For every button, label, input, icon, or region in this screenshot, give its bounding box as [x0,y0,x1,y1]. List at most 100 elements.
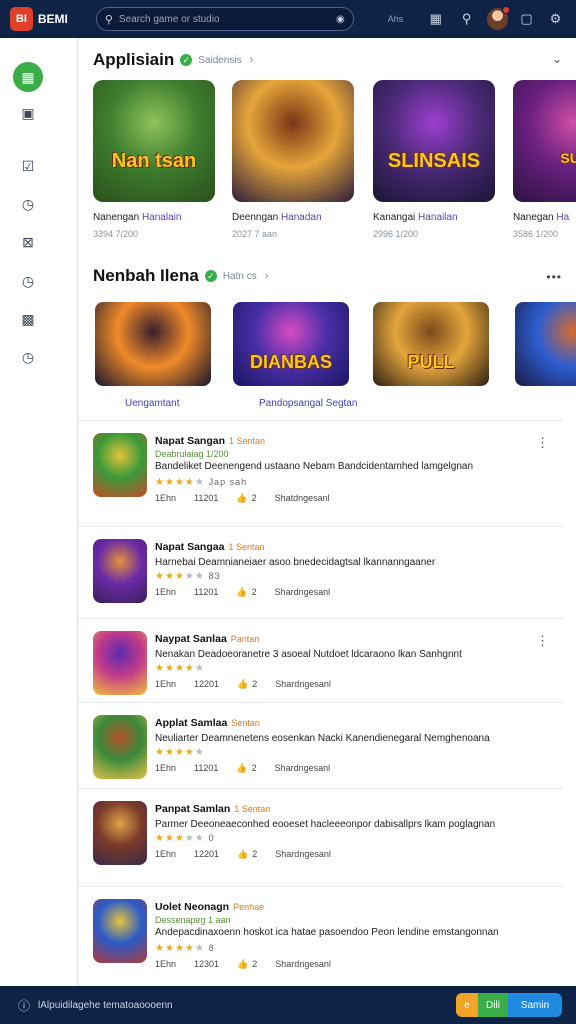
footer-button-c[interactable]: Samin [508,993,562,1017]
game-title[interactable]: Napat Sangan 1 Sentan [155,435,265,447]
footer-stat: 1Ehn [155,587,177,597]
footer-button-a[interactable]: e [456,993,478,1017]
voice-search-icon[interactable]: ◉ [336,14,345,25]
sidebar: ▦ ▣ ☑ ◷ ⊠ ◷ ▩ ◷ [0,38,78,986]
share-link[interactable]: Shatdngesanl [275,493,330,504]
sidebar-item-library[interactable]: ▣ [14,99,42,127]
search-bar[interactable]: ⚲ ◉ [95,7,354,31]
list-item[interactable]: Napat Sangaa 1 Sentan Harnebai Deamnianeia… [79,526,563,618]
chevron-down-icon[interactable]: ⌄ [552,52,562,66]
game-thumbnail[interactable]: SLINSAIS [373,80,495,202]
gear-icon[interactable]: ⚙ [545,8,566,30]
game-icon[interactable] [93,899,147,963]
star-icon: ★ [174,833,185,844]
like-icon[interactable]: 👍 [237,679,248,690]
apps-grid-icon[interactable]: ▦ [425,8,446,30]
card-icon: ▩ [21,310,35,327]
game-icon[interactable] [93,433,147,497]
game-publisher[interactable]: Ha [556,212,569,223]
game-title[interactable]: Panpat Samlan 1 Sentan [155,803,270,815]
section-subtitle[interactable]: Hatn cs [223,271,257,282]
kebab-menu-icon[interactable]: ⋮ [536,435,549,451]
sidebar-item-stats[interactable]: ◷ [14,190,42,218]
game-title[interactable]: Uolet Neonagn Penhae [155,901,264,913]
share-link[interactable]: Shardngesanl [275,959,331,970]
avatar[interactable] [487,6,511,30]
sidebar-item-history[interactable]: ◷ [14,343,42,371]
game-card[interactable]: Nan tsan Nanengan Hanalain 3394 7/200 [93,80,215,239]
game-name: Kanangai Hanailan [373,212,495,223]
list-item[interactable]: Naypat Sanlaa Pantan Nenakan Deadoeoranetr… [79,618,563,702]
app-logo[interactable]: BI [10,7,33,31]
sidebar-item-timer[interactable]: ◷ [14,267,42,295]
kebab-menu-icon[interactable]: ⋮ [536,633,549,649]
sidebar-item-card[interactable]: ▩ [14,305,42,333]
star-icon: ★ [164,477,175,488]
star-icon: ★ [174,477,185,488]
like-count: 2 [251,763,257,773]
chevron-right-icon[interactable]: › [265,270,269,282]
share-link[interactable]: Shardngesanl [275,849,331,860]
game-publisher[interactable]: Hanailan [418,212,457,223]
game-title[interactable]: Napat Sangaa 1 Sentan [155,541,264,553]
game-meta: 3586 1/200 [513,229,559,239]
promo-tile[interactable] [95,302,211,386]
share-link[interactable]: Shardngesanl [275,679,331,690]
game-publisher[interactable]: Hanalain [142,212,181,223]
search-icon[interactable]: ⚲ [456,8,477,30]
star-icon: ★ [174,943,185,954]
game-card[interactable]: SUII Nanegan Ha 3586 1/200 [513,80,576,239]
promo-tile[interactable] [515,302,576,386]
section-title: Nenbah Ilena [93,266,199,285]
sidebar-item-tasks[interactable]: ☑ [14,152,42,180]
game-description: Bandeliket Deenengend ustaano Nebam Band… [155,461,474,472]
section-subtitle[interactable]: Saidensis [198,55,241,66]
game-title[interactable]: Naypat Sanlaa Pantan [155,633,259,645]
rating-text: 83 [208,571,221,581]
top-bar: BI BEMI ⚲ ◉ Ahs ▦ ⚲ ▢ ⚙ [0,0,576,38]
game-icon[interactable] [93,631,147,695]
search-input[interactable] [118,13,337,25]
like-icon[interactable]: 👍 [237,849,248,860]
list-item[interactable]: Uolet Neonagn Penhae Dessenapeg 1 aan Andep… [79,886,563,986]
rating-stars: ★★★★★ 8 [155,943,215,954]
like-icon[interactable]: 👍 [236,587,247,598]
sidebar-item-store[interactable]: ▦ [13,62,43,92]
footer-stat: 1Ehn [155,493,177,503]
star-icon: ★ [184,477,195,488]
like-icon[interactable]: 👍 [237,959,248,970]
game-card[interactable]: SLINSAIS Kanangai Hanailan 2996 1/200 [373,80,495,239]
rating-text: 8 [208,943,215,953]
share-link[interactable]: Shardngesanl [275,763,331,774]
game-publisher[interactable]: Hanadan [281,212,322,223]
promo-caption[interactable]: Pandopsangal Segtan [259,398,357,409]
game-icon[interactable] [93,801,147,865]
game-title[interactable]: Applat Samlaa Sentan [155,717,260,729]
game-subtitle: Deabrulaiag 1/200 [155,449,229,459]
like-icon[interactable]: 👍 [236,493,247,504]
footer-button-b[interactable]: Dili [478,993,508,1017]
nav-label[interactable]: Ahs [388,14,404,24]
game-icon[interactable] [93,715,147,779]
chevron-right-icon[interactable]: › [250,54,254,66]
like-count: 2 [252,959,258,969]
game-card[interactable]: Deenngan Hanadan 2027 7 aan [232,80,354,239]
share-link[interactable]: Shardngesanl [275,587,331,598]
window-icon[interactable]: ▢ [516,8,537,30]
promo-tile[interactable]: DIANBAS [233,302,349,386]
game-thumbnail[interactable]: Nan tsan [93,80,215,202]
list-item[interactable]: Applat Samlaa Sentan Neuliarter Deamnenete… [79,702,563,788]
like-icon[interactable]: 👍 [236,763,247,774]
star-icon: ★ [164,833,175,844]
game-footer: 1Ehn 11201 👍 2 Shardngesanl [155,587,330,598]
list-item[interactable]: Panpat Samlan 1 Sentan Parmer Deeoneaeconh… [79,788,563,886]
promo-caption[interactable]: Uengamtant [125,398,179,409]
game-thumbnail[interactable]: SUII [513,80,576,202]
game-icon[interactable] [93,539,147,603]
list-item[interactable]: Napat Sangan 1 Sentan Deabrulaiag 1/200 Ban… [79,420,563,526]
more-options-icon[interactable]: ••• [546,270,562,284]
game-thumbnail[interactable] [232,80,354,202]
promo-tile[interactable]: PULL [373,302,489,386]
sidebar-item-filter[interactable]: ⊠ [14,228,42,256]
rating-stars: ★★★★★ Jap sah [155,477,247,488]
